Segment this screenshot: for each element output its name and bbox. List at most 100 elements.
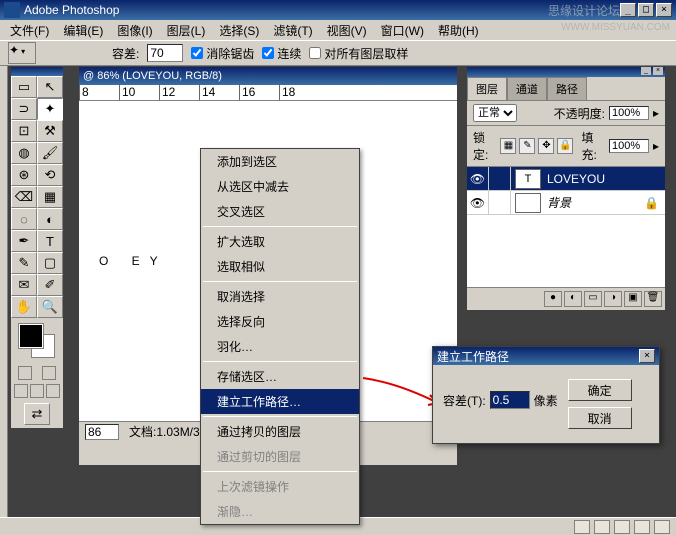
status-icon[interactable]: [634, 520, 650, 534]
shape-tool[interactable]: ▢: [37, 252, 63, 274]
crop-tool[interactable]: ⊡: [11, 120, 37, 142]
heal-tool[interactable]: ◍: [11, 142, 37, 164]
status-icon[interactable]: [574, 520, 590, 534]
path-select-tool[interactable]: ✒: [11, 230, 37, 252]
eraser-tool[interactable]: ⌫: [11, 186, 37, 208]
visibility-icon[interactable]: 👁: [467, 167, 489, 190]
lock-transparency-icon[interactable]: ▦: [500, 138, 516, 154]
tab-layers[interactable]: 图层: [467, 77, 507, 100]
lock-label: 锁定:: [473, 129, 496, 163]
screenmode-3-icon[interactable]: [46, 384, 60, 398]
ctx-make-work-path[interactable]: 建立工作路径…: [201, 389, 359, 414]
layers-panel: _ × 图层 通道 路径 正常 不透明度: ▸ 锁定: ▦ ✎ ✥ 🔒 填充: …: [466, 66, 666, 311]
layer-list: 👁 T LOVEYOU 👁 背景 🔒: [467, 167, 665, 287]
menu-window[interactable]: 窗口(W): [375, 20, 430, 41]
menu-filter[interactable]: 滤镜(T): [267, 20, 318, 41]
ctx-grow[interactable]: 扩大选取: [201, 229, 359, 254]
blend-mode-select[interactable]: 正常: [473, 104, 517, 122]
visibility-icon[interactable]: 👁: [467, 191, 489, 214]
lock-position-icon[interactable]: ✥: [538, 138, 554, 154]
screenmode-1-icon[interactable]: [14, 384, 28, 398]
lasso-tool[interactable]: ⊃: [11, 98, 37, 120]
pen-tool[interactable]: ✎: [11, 252, 37, 274]
marquee-tool[interactable]: ▭: [11, 76, 37, 98]
history-brush-tool[interactable]: ⟲: [37, 164, 63, 186]
layer-name[interactable]: 背景: [545, 194, 638, 211]
all-layers-checkbox[interactable]: 对所有图层取样: [309, 45, 408, 62]
contiguous-checkbox[interactable]: 连续: [262, 45, 301, 62]
move-tool[interactable]: ↖: [37, 76, 63, 98]
status-icon[interactable]: [594, 520, 610, 534]
lock-pixels-icon[interactable]: ✎: [519, 138, 535, 154]
dialog-close-button[interactable]: ×: [639, 349, 655, 363]
layer-name[interactable]: LOVEYOU: [545, 172, 665, 186]
quickmask-off-icon[interactable]: [18, 366, 32, 380]
menu-image[interactable]: 图像(I): [111, 20, 158, 41]
dialog-titlebar[interactable]: 建立工作路径 ×: [433, 347, 659, 365]
layer-set-icon[interactable]: ▭: [584, 291, 602, 307]
brush-tool[interactable]: 🖌: [37, 142, 63, 164]
quickmask-on-icon[interactable]: [42, 366, 56, 380]
menu-help[interactable]: 帮助(H): [432, 20, 485, 41]
tolerance-input[interactable]: [147, 44, 183, 62]
ctx-feather[interactable]: 羽化…: [201, 334, 359, 359]
link-icon[interactable]: [489, 191, 511, 214]
cancel-button[interactable]: 取消: [568, 407, 632, 429]
menu-file[interactable]: 文件(F): [4, 20, 55, 41]
panel-close-icon[interactable]: ×: [653, 67, 663, 75]
stamp-tool[interactable]: ⊛: [11, 164, 37, 186]
dialog-tolerance-input[interactable]: [490, 391, 530, 409]
link-icon[interactable]: [489, 167, 511, 190]
ctx-inverse[interactable]: 选择反向: [201, 309, 359, 334]
layer-item-loveyou[interactable]: 👁 T LOVEYOU: [467, 167, 665, 191]
panel-min-icon[interactable]: _: [641, 67, 651, 75]
menu-edit[interactable]: 编辑(E): [57, 20, 109, 41]
foreground-color[interactable]: [19, 324, 43, 348]
adjustment-layer-icon[interactable]: ◑: [604, 291, 622, 307]
tools-header[interactable]: [11, 67, 63, 76]
ok-button[interactable]: 确定: [568, 379, 632, 401]
status-icon[interactable]: [614, 520, 630, 534]
status-icon[interactable]: [654, 520, 670, 534]
dodge-tool[interactable]: ◐: [37, 208, 63, 230]
menu-select[interactable]: 选择(S): [213, 20, 265, 41]
ctx-deselect[interactable]: 取消选择: [201, 284, 359, 309]
menu-view[interactable]: 视图(V): [321, 20, 373, 41]
layer-item-background[interactable]: 👁 背景 🔒: [467, 191, 665, 215]
document-title[interactable]: @ 86% (LOVEYOU, RGB/8): [79, 67, 457, 85]
slice-tool[interactable]: ⚒: [37, 120, 63, 142]
hand-tool[interactable]: ✋: [11, 296, 37, 318]
opacity-input[interactable]: [609, 106, 649, 120]
antialias-checkbox[interactable]: 消除锯齿: [191, 45, 254, 62]
layer-mask-icon[interactable]: ◐: [564, 291, 582, 307]
ctx-add-to-selection[interactable]: 添加到选区: [201, 149, 359, 174]
wand-tool[interactable]: ✦: [37, 98, 63, 120]
fill-input[interactable]: [609, 139, 649, 153]
menu-layer[interactable]: 图层(L): [161, 20, 212, 41]
screenmode-2-icon[interactable]: [30, 384, 44, 398]
panel-header[interactable]: _ ×: [467, 67, 665, 77]
new-layer-icon[interactable]: ▣: [624, 291, 642, 307]
ctx-layer-via-copy[interactable]: 通过拷贝的图层: [201, 419, 359, 444]
lock-all-icon[interactable]: 🔒: [557, 138, 573, 154]
ctx-subtract-selection[interactable]: 从选区中减去: [201, 174, 359, 199]
zoom-tool[interactable]: 🔍: [37, 296, 63, 318]
close-button[interactable]: ×: [656, 3, 672, 17]
jump-to-imageready-icon[interactable]: ⇄: [24, 403, 50, 425]
maximize-button[interactable]: □: [638, 3, 654, 17]
gradient-tool[interactable]: ▦: [37, 186, 63, 208]
current-tool-icon[interactable]: ✦▾: [8, 42, 36, 64]
eyedropper-tool[interactable]: ✐: [37, 274, 63, 296]
tab-paths[interactable]: 路径: [547, 77, 587, 100]
ctx-intersect-selection[interactable]: 交叉选区: [201, 199, 359, 224]
delete-layer-icon[interactable]: 🗑: [644, 291, 662, 307]
layer-style-icon[interactable]: ●: [544, 291, 562, 307]
ctx-similar[interactable]: 选取相似: [201, 254, 359, 279]
minimize-button[interactable]: _: [620, 3, 636, 17]
blur-tool[interactable]: ◌: [11, 208, 37, 230]
notes-tool[interactable]: ✉: [11, 274, 37, 296]
tab-channels[interactable]: 通道: [507, 77, 547, 100]
zoom-input[interactable]: [85, 424, 119, 440]
ctx-save-selection[interactable]: 存储选区…: [201, 364, 359, 389]
type-tool[interactable]: T: [37, 230, 63, 252]
